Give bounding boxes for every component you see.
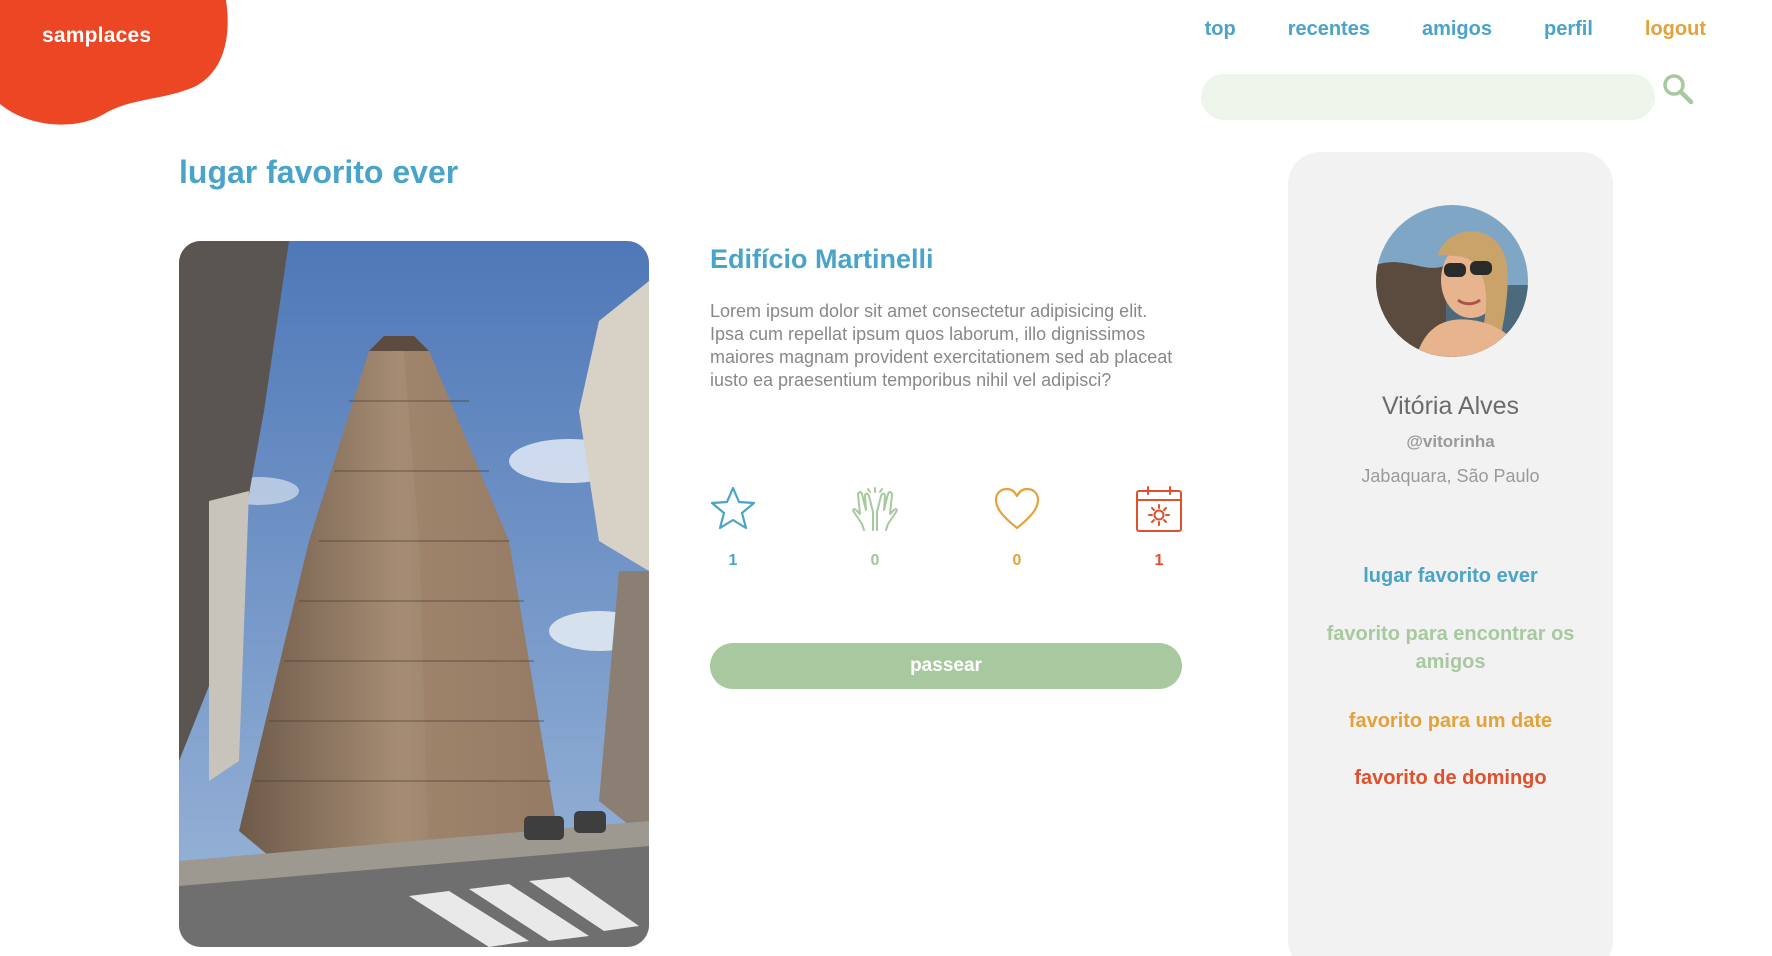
rating-star[interactable]: 1 [703, 484, 763, 570]
page: samplaces top recentes amigos perfil log… [0, 0, 1772, 956]
profile-panel: Vitória Alves @vitorinha Jabaquara, São … [1288, 152, 1613, 956]
avatar[interactable] [1376, 205, 1528, 357]
star-count: 1 [728, 552, 738, 569]
logo-blob-shape [0, 0, 228, 125]
profile-name: Vitória Alves [1381, 392, 1520, 420]
avatar-photo [1376, 205, 1528, 357]
rating-high-five[interactable]: 0 [845, 484, 905, 570]
top-nav: top recentes amigos perfil logout [1205, 18, 1706, 41]
search-button[interactable] [1661, 72, 1695, 106]
nav-perfil[interactable]: perfil [1544, 18, 1593, 41]
search-icon [1663, 74, 1694, 105]
rating-calendar[interactable]: 1 [1129, 484, 1189, 570]
heart-icon [994, 487, 1040, 530]
calendar-sun-icon [1136, 486, 1182, 532]
nav-top[interactable]: top [1205, 18, 1236, 41]
nav-logout[interactable]: logout [1645, 18, 1706, 41]
calendar-count: 1 [1154, 552, 1164, 569]
high-five-icon [852, 487, 898, 531]
link-lugar-favorito-ever[interactable]: lugar favorito ever [1308, 562, 1593, 590]
search-input[interactable] [1201, 74, 1655, 120]
nav-recentes[interactable]: recentes [1288, 18, 1370, 41]
place-photo [179, 241, 649, 947]
nav-amigos[interactable]: amigos [1422, 18, 1492, 41]
link-favorito-amigos[interactable]: favorito para encontrar os amigos [1308, 620, 1593, 676]
place-description: Lorem ipsum dolor sit amet consectetur a… [710, 301, 1173, 390]
rating-heart[interactable]: 0 [987, 484, 1047, 570]
link-favorito-domingo[interactable]: favorito de domingo [1308, 764, 1593, 792]
brand-logo[interactable]: samplaces [0, 0, 228, 126]
profile-handle: @vitorinha [1406, 432, 1495, 451]
high-five-count: 0 [870, 552, 880, 569]
page-title: lugar favorito ever [179, 154, 459, 190]
building-illustration [179, 241, 649, 947]
brand-name: samplaces [42, 24, 152, 47]
profile-location: Jabaquara, São Paulo [1361, 466, 1540, 486]
passear-button[interactable]: passear [710, 643, 1182, 689]
link-favorito-date[interactable]: favorito para um date [1308, 707, 1593, 735]
heart-count: 0 [1012, 552, 1022, 569]
place-name: Edifício Martinelli [710, 244, 934, 274]
star-icon [710, 486, 756, 530]
